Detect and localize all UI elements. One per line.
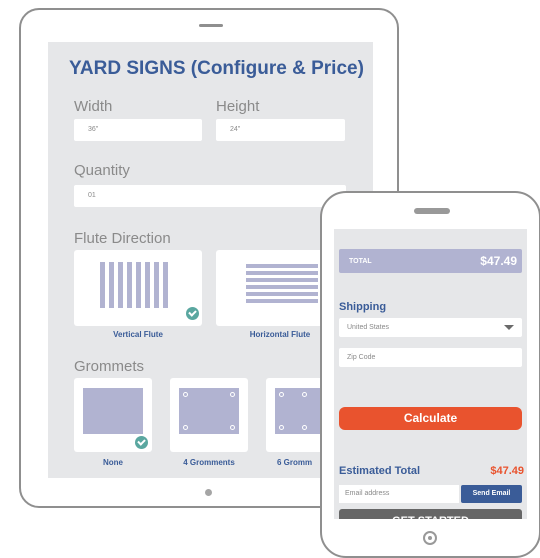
estimated-total-value: $47.49	[490, 465, 524, 477]
sign-preview	[179, 388, 239, 434]
phone-speaker	[414, 208, 450, 214]
grommet-hole-icon	[230, 392, 235, 397]
estimated-total-label: Estimated Total	[339, 465, 421, 477]
send-email-button[interactable]: Send Email	[461, 485, 522, 503]
grommet-hole-icon	[279, 392, 284, 397]
grommet-6-label: 6 Gromm	[277, 458, 313, 467]
height-input[interactable]: 24"	[216, 119, 345, 141]
email-input[interactable]: Email address	[339, 485, 459, 503]
grommet-hole-icon	[183, 425, 188, 430]
height-label: Height	[216, 98, 260, 115]
vertical-flute-label: Vertical Flute	[113, 330, 163, 339]
grommet-4-card[interactable]	[170, 378, 248, 452]
phone-screen: TOTAL $47.49 Shipping United States Zip …	[334, 229, 527, 519]
vertical-flute-icon	[100, 262, 173, 308]
country-value: United States	[347, 324, 390, 331]
grommets-label: Grommets	[74, 358, 145, 375]
zip-code-input[interactable]: Zip Code	[339, 348, 522, 367]
chevron-down-icon	[504, 325, 514, 330]
get-started-button[interactable]: GET STARTED	[339, 509, 522, 519]
tablet-home-button	[205, 489, 212, 496]
total-value: $47.49	[480, 254, 517, 268]
width-input[interactable]: 36"	[74, 119, 202, 141]
shipping-heading: Shipping	[339, 301, 387, 313]
phone-home-button	[423, 531, 437, 545]
grommet-hole-icon	[230, 425, 235, 430]
grommet-hole-icon	[183, 392, 188, 397]
vertical-flute-card[interactable]	[74, 250, 202, 326]
quantity-input[interactable]: 01	[74, 185, 346, 207]
tablet-speaker	[199, 24, 223, 27]
grommet-hole-icon	[279, 425, 284, 430]
calculate-button[interactable]: Calculate	[339, 407, 522, 430]
total-label: TOTAL	[349, 258, 372, 265]
width-label: Width	[74, 98, 113, 115]
quantity-label: Quantity	[74, 162, 130, 179]
grommet-hole-icon	[302, 425, 307, 430]
check-icon	[186, 307, 199, 320]
grommet-none-label: None	[103, 458, 123, 467]
sign-preview	[83, 388, 143, 434]
horizontal-flute-icon	[246, 264, 318, 310]
flute-direction-label: Flute Direction	[74, 230, 171, 247]
check-icon	[135, 436, 148, 449]
page-title: YARD SIGNS (Configure & Price)	[69, 58, 364, 79]
country-select[interactable]: United States	[339, 318, 522, 337]
grommet-4-label: 4 Gromments	[183, 458, 235, 467]
grommet-hole-icon	[302, 392, 307, 397]
grommet-none-card[interactable]	[74, 378, 152, 452]
total-bar: TOTAL $47.49	[339, 249, 522, 273]
phone-device: TOTAL $47.49 Shipping United States Zip …	[320, 191, 540, 558]
